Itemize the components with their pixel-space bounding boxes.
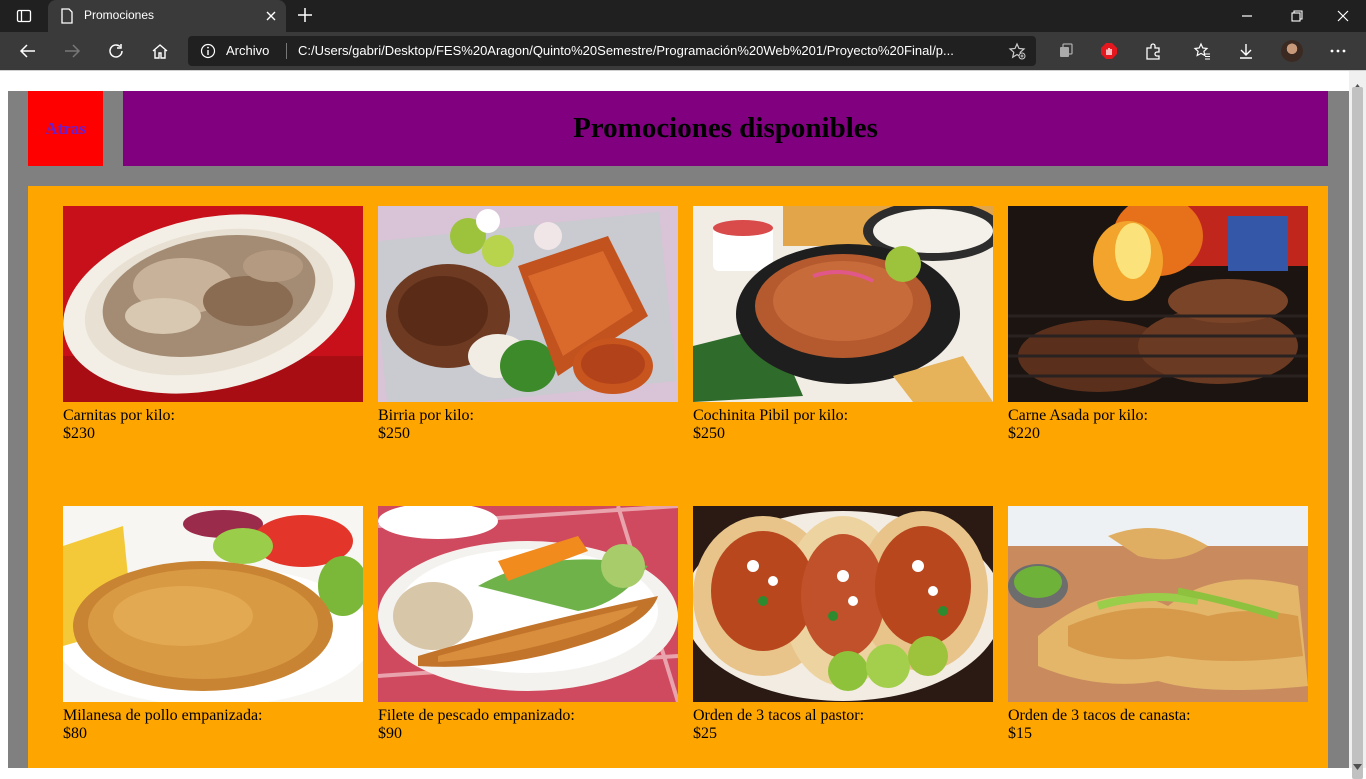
promo-name: Milanesa de pollo empanizada: [63,707,263,724]
url-text[interactable]: C:/Users/gabri/Desktop/FES%20Aragon/Quin… [298,43,998,58]
tab-title: Promociones [84,8,155,22]
address-bar[interactable]: Archivo C:/Users/gabri/Desktop/FES%20Ara… [188,36,1036,66]
cochinita-image [693,206,993,402]
promo-price: $220 [1008,425,1040,442]
browser-tab-bar: Promociones [0,0,1366,32]
address-scheme-label: Archivo [226,43,270,58]
tab-actions-icon[interactable] [10,6,38,26]
add-favorite-icon[interactable] [1008,42,1026,64]
carnitas-image [63,206,363,402]
extensions-puzzle-icon[interactable] [1143,41,1163,61]
page-viewport: Atras Promociones disponibles Carnitas p… [0,71,1349,768]
browser-toolbar: Archivo C:/Users/gabri/Desktop/FES%20Ara… [0,32,1366,70]
promo-card-tacos-canasta: Orden de 3 tacos de canasta: $15 [1008,506,1308,743]
milanesa-image [63,506,363,702]
minimize-icon[interactable] [1240,8,1254,27]
promo-card-tacos-pastor: Orden de 3 tacos al pastor: $25 [693,506,993,743]
address-divider [286,43,287,59]
promo-card-carnitas: Carnitas por kilo: $230 [63,206,363,443]
back-button[interactable]: Atras [28,91,103,166]
page-icon [60,8,74,28]
adblock-extension-icon[interactable] [1099,41,1119,61]
promo-name: Orden de 3 tacos al pastor: [693,707,865,724]
promo-card-birria: Birria por kilo: $250 [378,206,678,443]
promo-price: $250 [693,425,725,442]
fish-fillet-image [378,506,678,702]
scrollbar-thumb[interactable] [1352,87,1363,779]
more-options-icon[interactable] [1328,41,1348,61]
close-window-icon[interactable] [1336,8,1350,27]
close-tab-icon[interactable] [264,8,278,27]
carne-asada-image [1008,206,1308,402]
refresh-icon[interactable] [106,41,126,61]
birria-image [378,206,678,402]
promo-price: $80 [63,725,87,742]
promo-card-cochinita: Cochinita Pibil por kilo: $250 [693,206,993,443]
collections-icon[interactable] [1056,41,1076,61]
promo-name: Cochinita Pibil por kilo: [693,407,849,424]
page-container: Atras Promociones disponibles Carnitas p… [8,91,1349,768]
promo-name: Birria por kilo: [378,407,474,424]
promo-name: Carnitas por kilo: [63,407,175,424]
vertical-scrollbar[interactable] [1349,71,1366,779]
promotions-panel: Carnitas por kilo: $230 Birria por kilo:… [28,186,1328,768]
promo-name: Carne Asada por kilo: [1008,407,1148,424]
forward-arrow-icon[interactable] [62,41,82,61]
downloads-icon[interactable] [1236,41,1256,61]
canasta-tacos-image [1008,506,1308,702]
page-title: Promociones disponibles [573,112,878,144]
promo-name: Filete de pescado empanizado: [378,707,575,724]
promo-price: $230 [63,425,95,442]
header-bar: Promociones disponibles [123,91,1328,166]
new-tab-icon[interactable] [296,6,314,28]
promo-card-filete-pescado: Filete de pescado empanizado: $90 [378,506,678,743]
promo-card-milanesa: Milanesa de pollo empanizada: $80 [63,506,363,743]
info-icon[interactable] [200,43,216,63]
favorites-icon[interactable] [1192,41,1212,61]
promo-price: $250 [378,425,410,442]
promo-name: Orden de 3 tacos de canasta: [1008,707,1191,724]
scroll-down-arrow-icon[interactable] [1353,755,1362,774]
promo-card-carne-asada: Carne Asada por kilo: $220 [1008,206,1308,443]
promo-price: $25 [693,725,717,742]
pastor-tacos-image [693,506,993,702]
promo-price: $90 [378,725,402,742]
back-arrow-icon[interactable] [18,41,38,61]
home-icon[interactable] [150,41,170,61]
restore-icon[interactable] [1290,8,1304,27]
tab-promociones[interactable]: Promociones [48,0,286,32]
profile-avatar[interactable] [1281,40,1303,62]
promo-price: $15 [1008,725,1032,742]
